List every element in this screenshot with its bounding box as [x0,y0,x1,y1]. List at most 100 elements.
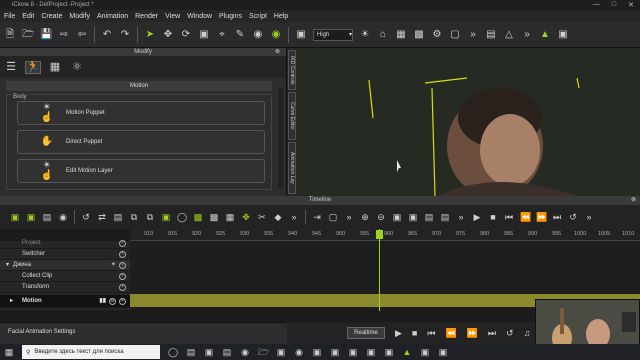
next-icon[interactable]: ⏭ [552,212,562,222]
sample-icon[interactable]: ▦ [225,212,235,222]
rotate-icon[interactable]: ⟳ [180,29,192,40]
keys-icon[interactable]: ▣ [26,212,36,222]
motion-icon[interactable]: ✴ [111,260,116,271]
iclone-taskbar-icon[interactable]: ▲ [402,347,412,357]
eye-icon[interactable]: ◉ [270,29,282,40]
forward-icon[interactable]: ⏩ [536,212,547,222]
app-icon[interactable]: ▣ [366,347,376,357]
playhead[interactable] [379,229,380,311]
app-icon[interactable]: ▣ [384,347,394,357]
menu-view[interactable]: View [165,13,180,20]
layers-icon[interactable]: ▤ [42,212,52,222]
track-icon[interactable]: ▣ [10,212,20,222]
app-icon[interactable]: ▣ [348,347,358,357]
insert-icon[interactable]: ⇥ [312,212,322,222]
track-row-project[interactable]: Project × [0,238,130,249]
open-icon[interactable]: 🗁 [22,29,34,40]
new-icon[interactable]: 🗎 [4,29,16,40]
windows-start-icon[interactable]: ▦ [4,347,14,357]
playhead-handle[interactable] [376,230,383,239]
link-icon[interactable]: ⇄ [97,212,107,222]
forward-icon[interactable]: ⏩ [467,328,478,338]
cortana-icon[interactable]: ◯ [168,347,178,357]
menu-animation[interactable]: Animation [97,13,128,20]
motion-section-header[interactable]: Motion [6,81,272,91]
camera-icon[interactable]: ◉ [252,29,264,40]
rewind-icon[interactable]: ⏪ [520,212,531,222]
key-icon[interactable]: ◆ [273,212,283,222]
move-icon[interactable]: ✥ [162,29,174,40]
close-icon[interactable]: × [119,298,126,305]
realtime-button[interactable]: Realtime [347,327,385,339]
expand-icon[interactable]: ▸ [10,295,13,308]
home-icon[interactable]: ⌂ [377,29,389,40]
export-icon[interactable]: ▤ [440,212,450,222]
calendar-icon[interactable]: ▤ [222,347,232,357]
cube-icon[interactable]: ▢ [449,29,461,40]
break-icon[interactable]: ▩ [193,212,203,222]
app-icon[interactable]: ▣ [420,347,430,357]
close-icon[interactable]: ⊗ [275,48,280,56]
menu-help[interactable]: Help [274,13,288,20]
delete-icon[interactable]: ▢ [328,212,338,222]
loop-icon[interactable]: ↺ [81,212,91,222]
track-row-motion[interactable]: ▸ Motion ▮▮ ⊙ × [0,295,130,308]
tab-animation-layer[interactable]: Animation Lay [288,142,296,194]
close-icon[interactable]: × [119,273,126,280]
undo-icon[interactable]: ↶ [101,29,113,40]
light-icon[interactable]: ☀ [359,29,371,40]
split-icon[interactable]: ▩ [209,212,219,222]
snap-icon[interactable]: ⌖ [216,29,228,40]
copy-icon[interactable]: ⧉ [129,212,139,222]
overflow-icon[interactable]: » [584,212,594,222]
settings-icon[interactable]: ⚙ [431,29,443,40]
grid-icon[interactable]: ▦ [395,29,407,40]
transition-icon[interactable]: ✥ [241,212,251,222]
timeline-ruler[interactable]: 910 915 920 925 930 935 940 945 950 955 … [130,229,640,241]
collapse-icon[interactable]: ▾ [6,260,9,271]
speed-icon[interactable]: ◯ [177,212,187,222]
menu-render[interactable]: Render [135,13,158,20]
import-icon[interactable]: ⇨ [58,29,70,40]
rewind-icon[interactable]: ⏪ [445,328,456,338]
display-icon[interactable]: ▣ [557,29,569,40]
clip-bars-icon[interactable]: ▮▮ [99,295,106,308]
explorer-icon[interactable]: 🗁 [258,347,269,357]
loop-icon[interactable]: ↺ [506,328,514,338]
overflow-icon[interactable]: » [521,29,533,40]
sliders-icon[interactable]: ☰ [4,61,18,73]
menu-edit[interactable]: Edit [22,13,34,20]
direct-puppet-button[interactable]: ✋ Direct Puppet [17,130,265,154]
render-icon[interactable]: ▩ [413,29,425,40]
tab-curve-editor[interactable]: Curve Editor [288,92,296,140]
motion-tab-icon[interactable]: 🏃 [25,60,41,74]
close-icon[interactable]: × [119,240,126,247]
pick-icon[interactable]: ✎ [234,29,246,40]
previous-icon[interactable]: ⏮ [427,328,435,338]
paste-icon[interactable]: ⧉ [145,212,155,222]
view-icon[interactable]: ◉ [58,212,68,222]
app-icon[interactable]: ▣ [438,347,448,357]
tab-ikd-controls[interactable]: IKD Controls [288,50,296,90]
filter-icon[interactable]: △ [503,29,515,40]
task-view-icon[interactable]: ▤ [186,347,196,357]
zoom-in-icon[interactable]: ⊕ [360,212,370,222]
fit-icon[interactable]: ▣ [392,212,402,222]
fit-all-icon[interactable]: ▣ [408,212,418,222]
app-icon[interactable]: ▣ [330,347,340,357]
edit-motion-layer-button[interactable]: ✴☝ Edit Motion Layer [17,159,265,183]
close-icon[interactable]: × [119,284,126,291]
play-icon[interactable]: ▶ [395,328,402,338]
menu-plugins[interactable]: Plugins [219,13,242,20]
close-icon[interactable]: × [119,262,126,269]
close-icon[interactable]: ⊗ [631,196,636,205]
audio-icon[interactable]: ♫ [524,328,531,338]
iclone-logo-icon[interactable]: ▲ [539,29,551,40]
app-icon[interactable]: ▣ [204,347,214,357]
save-icon[interactable]: 💾 [40,29,52,40]
export-icon[interactable]: ⇦ [76,29,88,40]
select-icon[interactable]: ➤ [144,29,156,40]
menu-script[interactable]: Script [249,13,267,20]
play-icon[interactable]: ▶ [472,212,482,222]
menu-window[interactable]: Window [187,13,212,20]
